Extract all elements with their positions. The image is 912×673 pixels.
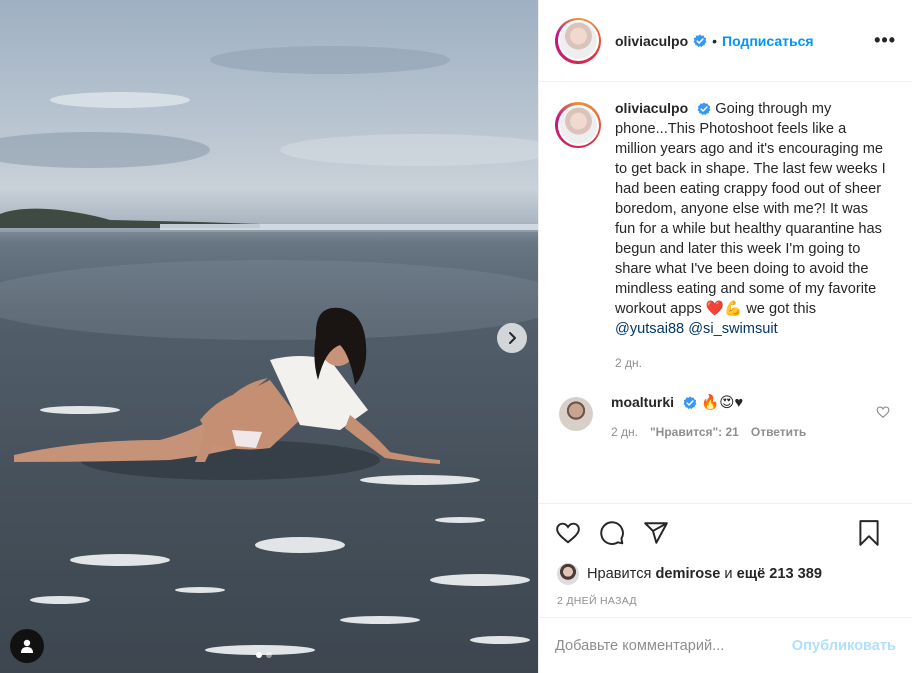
liker-avatar[interactable] bbox=[557, 563, 579, 585]
tagged-users-button[interactable] bbox=[10, 629, 44, 663]
publish-button[interactable]: Опубликовать bbox=[792, 638, 896, 654]
mention-link[interactable]: @si_swimsuit bbox=[688, 321, 777, 337]
post-actions-bar bbox=[539, 503, 912, 561]
comment-button[interactable] bbox=[599, 520, 625, 546]
separator-dot: • bbox=[712, 32, 718, 49]
likes-and: и bbox=[724, 566, 733, 582]
like-button[interactable] bbox=[555, 520, 581, 546]
comment-icon bbox=[600, 520, 624, 545]
commenter-avatar[interactable] bbox=[559, 397, 593, 431]
post-side-panel: oliviaculpo • Подписаться ••• oliviaculp… bbox=[538, 0, 912, 673]
bookmark-icon bbox=[859, 520, 879, 546]
tag-user-icon bbox=[21, 639, 33, 653]
likes-summary[interactable]: Нравится demirose и ещё 213 389 bbox=[539, 561, 912, 587]
likes-others-count[interactable]: ещё 213 389 bbox=[737, 566, 822, 582]
comment-composer: Опубликовать bbox=[539, 617, 912, 673]
comment-item: moalturki 🔥😍♥ 2 дн. "Нравится": 21 Ответ… bbox=[555, 393, 896, 439]
mention-link[interactable]: @yutsai88 bbox=[615, 321, 684, 337]
verified-icon bbox=[683, 396, 697, 410]
next-arrow-icon bbox=[509, 332, 516, 344]
beach-photo bbox=[0, 46, 538, 673]
post-caption: oliviaculpo Going through my phone...Thi… bbox=[555, 98, 896, 373]
verified-icon bbox=[697, 102, 711, 116]
post-header: oliviaculpo • Подписаться ••• bbox=[539, 0, 912, 82]
carousel-next-button[interactable] bbox=[497, 323, 527, 353]
likes-prefix: Нравится bbox=[587, 566, 652, 582]
follow-button[interactable]: Подписаться bbox=[722, 33, 814, 49]
author-username[interactable]: oliviaculpo bbox=[615, 33, 688, 49]
share-button[interactable] bbox=[643, 520, 669, 546]
commenter-username[interactable]: moalturki bbox=[611, 394, 674, 410]
carousel-indicator bbox=[256, 652, 272, 658]
caption-text: Going through my phone...This Photoshoot… bbox=[615, 101, 886, 317]
instagram-post: oliviaculpo • Подписаться ••• oliviaculp… bbox=[0, 0, 912, 673]
author-avatar[interactable] bbox=[555, 17, 601, 64]
caption-author-avatar[interactable] bbox=[555, 102, 601, 148]
comment-timestamp[interactable]: 2 дн. bbox=[611, 425, 638, 439]
comment-likes-count[interactable]: "Нравится": 21 bbox=[650, 425, 739, 439]
save-button[interactable] bbox=[856, 519, 882, 547]
comment-like-heart-icon[interactable] bbox=[876, 405, 890, 419]
comment-meta: 2 дн. "Нравится": 21 Ответить bbox=[611, 425, 806, 439]
heart-icon bbox=[556, 522, 580, 543]
liker-username[interactable]: demirose bbox=[655, 566, 720, 582]
carousel-dot bbox=[266, 652, 272, 658]
share-icon bbox=[644, 521, 668, 544]
comment-text: 🔥😍♥ bbox=[701, 395, 744, 411]
comment-reply-button[interactable]: Ответить bbox=[751, 425, 806, 439]
caption-timestamp[interactable]: 2 дн. bbox=[615, 353, 887, 373]
caption-author-username[interactable]: oliviaculpo bbox=[615, 100, 688, 116]
post-date[interactable]: 2 ДНЕЙ НАЗАД bbox=[539, 587, 912, 617]
more-options-icon[interactable]: ••• bbox=[874, 30, 896, 51]
carousel-dot-active bbox=[256, 652, 262, 658]
verified-icon bbox=[693, 34, 707, 47]
comment-input[interactable] bbox=[555, 637, 792, 654]
comments-list[interactable]: oliviaculpo Going through my phone...Thi… bbox=[539, 82, 912, 503]
post-media[interactable] bbox=[0, 0, 538, 673]
